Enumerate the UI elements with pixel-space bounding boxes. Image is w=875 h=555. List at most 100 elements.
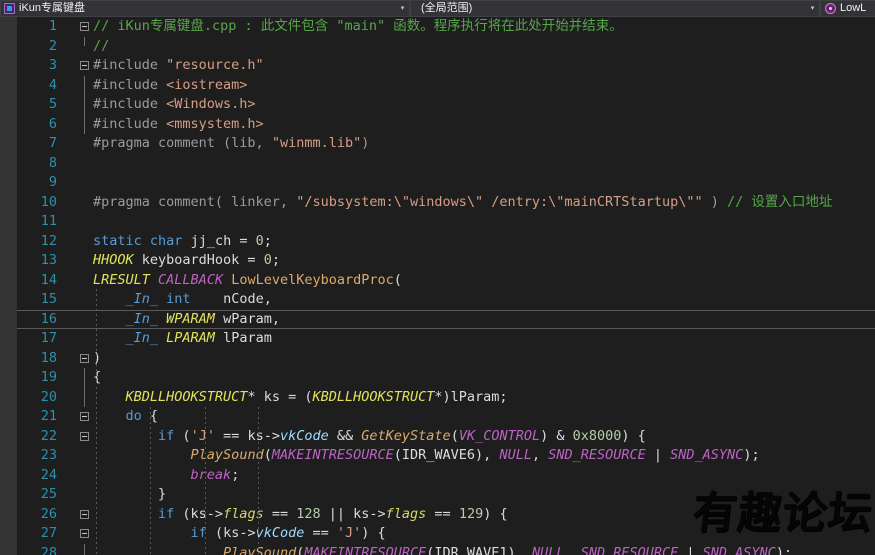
code-line[interactable]: 26 if (ks->flags == 128 || ks->flags == …	[17, 505, 875, 525]
indent-guide	[96, 387, 97, 555]
code-text: if ('J' == ks->vkCode && GetKeyState(VK_…	[93, 427, 646, 447]
scope-dropdown[interactable]: (全局范围) ▾	[410, 0, 820, 17]
token: LPARAM	[166, 330, 215, 346]
line-number: 27	[40, 525, 57, 541]
code-line[interactable]: 5 #include <Windows.h>	[17, 95, 875, 115]
token: char	[149, 232, 183, 249]
code-line[interactable]: 12 static char jj_ch = 0;	[17, 232, 875, 252]
code-line[interactable]: 15 _In_ int nCode,	[17, 290, 875, 310]
code-text: LRESULT CALLBACK LowLevelKeyboardProc(	[93, 271, 402, 291]
token: #include	[93, 115, 167, 132]
line-number: 24	[40, 466, 57, 483]
fold-collapse-icon[interactable]	[80, 353, 89, 363]
breakpoint-margin[interactable]	[0, 17, 17, 555]
code-line[interactable]: 4 #include <iostream>	[17, 75, 875, 95]
token: (	[174, 427, 191, 444]
member-dropdown[interactable]: LowL	[820, 0, 875, 17]
code-line[interactable]: 22 if ('J' == ks->vkCode && GetKeyState(…	[17, 427, 875, 447]
line-number: 28	[40, 544, 57, 555]
code-line[interactable]: 14 LRESULT CALLBACK LowLevelKeyboardProc(	[17, 271, 875, 291]
indent-guide	[96, 289, 97, 384]
fold-collapse-icon[interactable]	[80, 509, 89, 519]
scope-dropdown-label: (全局范围)	[421, 2, 473, 14]
token: SND_RESOURCE	[580, 544, 679, 555]
token: |	[678, 544, 703, 555]
fold-collapse-icon[interactable]	[80, 61, 89, 70]
fold-collapse-icon[interactable]	[80, 22, 89, 31]
code-line[interactable]: 8	[17, 154, 875, 174]
token: ,	[564, 544, 581, 555]
fold-region-bar	[84, 114, 85, 134]
code-line[interactable]: 18)	[17, 349, 875, 369]
fold-region-bar	[84, 95, 85, 115]
code-line[interactable]: 24 break;	[17, 466, 875, 486]
token: // 设置入口地址	[726, 193, 833, 210]
chevron-down-icon[interactable]: ▾	[396, 1, 409, 16]
token: KBDLLHOOKSTRUCT	[312, 388, 435, 405]
code-text: static char jj_ch = 0;	[93, 232, 272, 252]
code-line[interactable]: 28 PlaySound(MAKEINTRESOURCE(IDR_WAVE1),…	[17, 543, 875, 555]
token: wParam,	[214, 310, 280, 327]
code-line[interactable]: 9	[17, 173, 875, 193]
code-text: // iKun专属键盘.cpp : 此文件包含 "main" 函数。程序执行将在…	[93, 17, 623, 37]
code-text: KBDLLHOOKSTRUCT* ks = (KBDLLHOOKSTRUCT*)…	[93, 388, 508, 408]
token: ) {	[483, 505, 508, 522]
code-line[interactable]: 21 do {	[17, 407, 875, 427]
code-line[interactable]: 2 //	[17, 36, 875, 57]
code-line[interactable]: 17 _In_ LPARAM lParam	[17, 329, 875, 349]
code-line[interactable]: 6 #include <mmsystem.h>	[17, 114, 875, 134]
code-line[interactable]: 7 #pragma comment (lib, "winmm.lib")	[17, 134, 875, 154]
code-line[interactable]: 11	[17, 212, 875, 232]
code-line[interactable]: 19 {	[17, 368, 875, 388]
token: #include	[93, 76, 167, 93]
code-text: }	[93, 485, 166, 505]
fold-collapse-icon[interactable]	[80, 431, 89, 441]
token: flags	[385, 505, 427, 522]
line-number: 23	[40, 447, 57, 463]
token: ) {	[361, 525, 386, 541]
token: MAKEINTRESOURCE	[304, 544, 427, 555]
code-line[interactable]: 23 PlaySound(MAKEINTRESOURCE(IDR_WAVE6),…	[17, 446, 875, 466]
code-text: break;	[93, 466, 240, 486]
code-editor[interactable]: 1 // iKun专属键盘.cpp : 此文件包含 "main" 函数。程序执行将…	[0, 17, 875, 555]
code-line[interactable]: 13 HHOOK keyboardHook = 0;	[17, 251, 875, 271]
fold-collapse-icon[interactable]	[80, 529, 89, 538]
code-line[interactable]: 27 if (ks->vkCode == 'J') {	[17, 524, 875, 544]
code-text: #pragma comment (lib, "winmm.lib")	[93, 134, 369, 154]
code-line[interactable]: 10 #pragma comment( linker, "/subsystem:\…	[17, 193, 875, 213]
fold-collapse-icon[interactable]	[80, 412, 89, 421]
line-number: 16	[40, 310, 57, 327]
token: == ks->	[214, 427, 280, 444]
line-number: 10	[40, 193, 57, 210]
code-line[interactable]: 20 KBDLLHOOKSTRUCT* ks = (KBDLLHOOKSTRUC…	[17, 387, 875, 408]
code-line[interactable]: 16 _In_ WPARAM wParam,	[17, 309, 875, 329]
token: ;	[263, 232, 272, 249]
token: "/subsystem:\"windows\" /entry:\"mainCRT…	[296, 193, 703, 210]
indent-guide	[150, 407, 151, 555]
code-text: if (ks->flags == 128 || ks->flags == 129…	[93, 505, 508, 525]
fold-region-bar	[84, 387, 85, 407]
chevron-down-icon[interactable]: ▾	[806, 1, 819, 16]
token: (	[393, 271, 402, 288]
code-line[interactable]: 1 // iKun专属键盘.cpp : 此文件包含 "main" 函数。程序执行将…	[17, 17, 875, 37]
fold-region-bar	[84, 36, 85, 47]
token: GetKeyState	[361, 427, 451, 444]
method-icon	[825, 3, 836, 14]
code-text: _In_ LPARAM lParam	[93, 329, 272, 349]
fold-region-bar	[84, 75, 85, 95]
code-line[interactable]: 25 }	[17, 485, 875, 505]
code-line[interactable]: 3 #include "resource.h"	[17, 56, 875, 76]
token: ) {	[621, 427, 646, 444]
token: <mmsystem.h>	[166, 115, 264, 132]
project-dropdown[interactable]: iKun专属键盘 ▾	[0, 0, 410, 17]
